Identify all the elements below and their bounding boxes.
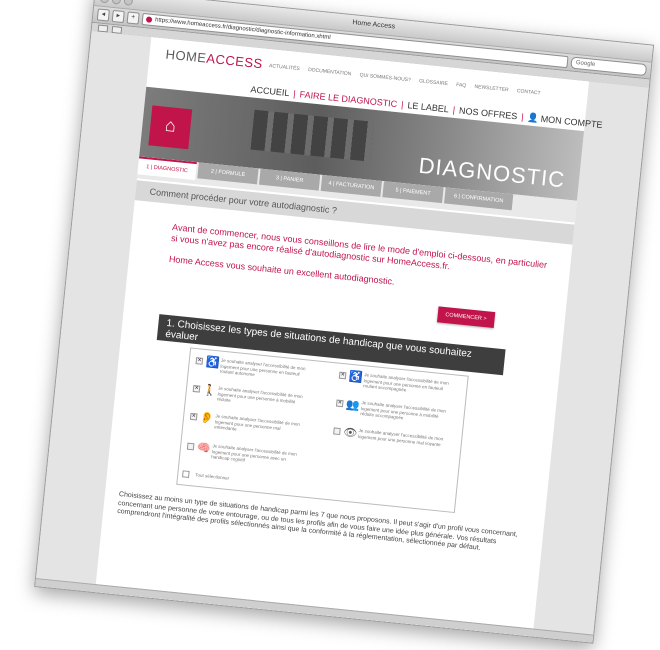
web-page: HOMEACCESS ACTUALITÉS DOCUMENTATION QUI …	[90, 36, 603, 643]
select-all-label: Tout sélectionner	[195, 472, 230, 481]
option-label: Je souhaite analyser l'accessibilité de …	[219, 357, 306, 378]
wheelchair-icon: ♿	[205, 356, 221, 370]
wheelchair-assisted-icon: ♿	[348, 370, 364, 385]
option-checkbox[interactable]: ✕	[189, 412, 198, 421]
back-button[interactable]: ◂	[96, 8, 110, 22]
logo-access-text: ACCESS	[205, 50, 264, 72]
option-checkbox[interactable]: ✕	[195, 357, 204, 365]
option-checkbox[interactable]: ✕	[335, 399, 344, 408]
option-wheelchair-assisted[interactable]: ✕ ♿ Je souhaite analyser l'accessibilité…	[338, 370, 459, 392]
select-all[interactable]: Tout sélectionner	[181, 470, 230, 482]
option-reduced-mobility-assisted[interactable]: ✕ 👥 Je souhaite analyser l'accessibilité…	[335, 398, 456, 420]
nav-le-label[interactable]: LE LABEL	[407, 100, 449, 114]
top-nav-documentation[interactable]: DOCUMENTATION	[308, 67, 352, 77]
top-nav-faq[interactable]: FAQ	[456, 82, 467, 89]
option-checkbox[interactable]: ✕	[338, 371, 347, 380]
screenshot-stage: Home Access ◂ ▸ + https://www.homeaccess…	[0, 0, 660, 650]
start-button[interactable]: COMMENCER >	[436, 306, 496, 329]
banner-image	[250, 109, 374, 162]
option-visually-impaired[interactable]: 👁 Je souhaite analyser l'accessibilité d…	[333, 425, 453, 447]
option-label: Je souhaite analyser l'accessibilité de …	[216, 385, 303, 404]
option-label: Je souhaite analyser l'accessibilité de …	[214, 413, 301, 432]
option-checkbox[interactable]	[333, 427, 341, 436]
page-viewport[interactable]: HOMEACCESS ACTUALITÉS DOCUMENTATION QUI …	[35, 30, 649, 643]
nav-separator: |	[400, 99, 405, 110]
option-cognitive[interactable]: 🧠 Je souhaite analyser l'accessibilité d…	[186, 441, 307, 463]
option-label: Je souhaite analyser l'accessibilité de …	[360, 400, 447, 421]
house-icon: ⌂	[164, 114, 177, 136]
logo-home-text: HOME	[164, 46, 208, 66]
site-logo[interactable]: HOMEACCESS	[165, 47, 263, 72]
reduced-mobility-icon: 🚶	[202, 383, 218, 398]
user-icon: 👤	[527, 112, 540, 124]
option-checkbox[interactable]	[186, 442, 195, 451]
option-label: Je souhaite analyser l'accessibilité de …	[210, 443, 298, 463]
select-all-checkbox[interactable]	[181, 470, 190, 479]
browser-search-placeholder: Google	[575, 59, 596, 68]
home-accessibility-icon[interactable]: ⌂	[148, 105, 193, 150]
window-controls[interactable]	[99, 0, 134, 6]
option-checkbox[interactable]: ✕	[192, 384, 201, 393]
top-nav-actualites[interactable]: ACTUALITÉS	[269, 63, 300, 72]
nav-separator: |	[292, 88, 297, 99]
nav-separator: |	[520, 111, 525, 122]
reduced-mobility-assisted-icon: 👥	[345, 398, 361, 412]
top-nav-contact[interactable]: CONTACT	[517, 88, 541, 96]
option-wheelchair[interactable]: ✕ ♿ Je souhaite analyser l'accessibilité…	[195, 355, 315, 377]
handicap-options-box: ✕ ♿ Je souhaite analyser l'accessibilité…	[176, 347, 469, 514]
option-hearing-impaired[interactable]: ✕ 👂 Je souhaite analyser l'accessibilité…	[189, 411, 310, 432]
forward-button[interactable]: ▸	[111, 9, 125, 24]
option-reduced-mobility[interactable]: ✕ 🚶 Je souhaite analyser l'accessibilité…	[192, 383, 313, 404]
nav-accueil[interactable]: ACCUEIL	[250, 84, 290, 98]
hearing-impaired-icon: 👂	[199, 411, 215, 426]
favicon-icon	[145, 16, 153, 23]
nav-separator: |	[452, 104, 456, 115]
top-nav-qui-sommes-nous[interactable]: QUI SOMMES-NOUS?	[359, 72, 411, 83]
add-bookmark-button[interactable]: +	[126, 11, 140, 25]
top-nav-glossaire[interactable]: GLOSSAIRE	[419, 78, 448, 87]
option-label: Je souhaite analyser l'accessibilité de …	[362, 372, 450, 393]
zoom-window-button[interactable]	[123, 0, 134, 6]
minimize-window-button[interactable]	[111, 0, 122, 5]
close-window-button[interactable]	[99, 0, 110, 4]
option-label: Je souhaite analyser l'accessibilité de …	[357, 427, 444, 447]
instructions-paragraph: Choisissez au moins un type de situation…	[116, 491, 518, 552]
browser-window: Home Access ◂ ▸ + https://www.homeaccess…	[34, 0, 655, 644]
window-title: Home Access	[352, 19, 396, 31]
top-nav-newsletter[interactable]: NEWSLETTER	[474, 84, 509, 93]
cognitive-icon: 🧠	[196, 441, 212, 456]
visually-impaired-icon: 👁	[342, 426, 358, 440]
